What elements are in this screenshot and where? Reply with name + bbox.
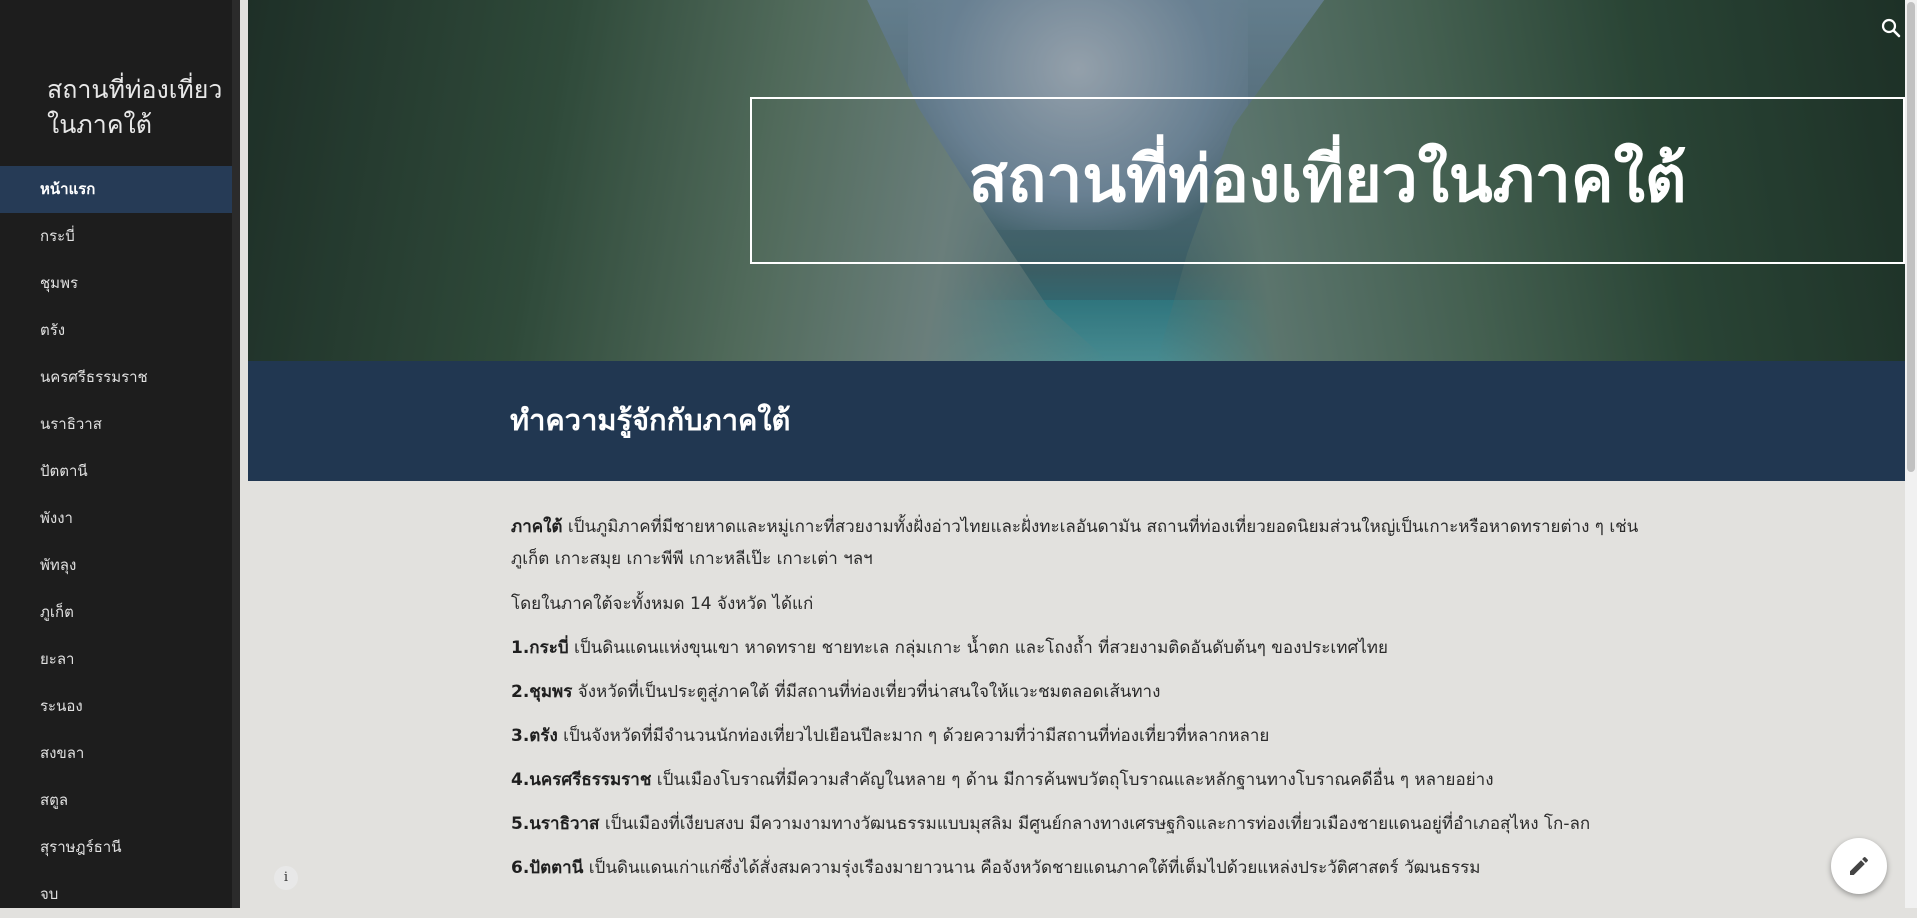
province-item: 4.นครศรีธรรมราช เป็นเมืองโบราณที่มีความส… xyxy=(511,765,1661,795)
info-icon[interactable]: i xyxy=(274,866,298,890)
nav-item-phuket[interactable]: ภูเก็ต xyxy=(0,589,240,636)
province-name: 2.ชุมพร xyxy=(511,682,573,702)
intro-paragraph: ภาคใต้ เป็นภูมิภาคที่มีชายหาดและหมู่เกาะ… xyxy=(511,511,1661,575)
hero-title: สถานที่ท่องเที่ยวในภาคใต้ xyxy=(968,143,1687,217)
nav-item-chumphon[interactable]: ชุมพร xyxy=(0,260,240,307)
province-desc: เป็นจังหวัดที่มีจำนวนนักท่องเที่ยวไปเยือ… xyxy=(557,726,1270,746)
nav-item-nakhon-si-thammarat[interactable]: นครศรีธรรมราช xyxy=(0,354,240,401)
hero-banner: สถานที่ท่องเที่ยวในภาคใต้ xyxy=(248,0,1917,361)
province-desc: เป็นเมืองโบราณที่มีความสำคัญในหลาย ๆ ด้า… xyxy=(651,770,1494,790)
nav-item-satun[interactable]: สตูล xyxy=(0,777,240,824)
nav-item-end[interactable]: จบ xyxy=(0,871,240,918)
intro-text: เป็นภูมิภาคที่มีชายหาดและหมู่เกาะที่สวยง… xyxy=(511,517,1639,569)
nav-item-trang[interactable]: ตรัง xyxy=(0,307,240,354)
main-content: ภาคใต้ เป็นภูมิภาคที่มีชายหาดและหมู่เกาะ… xyxy=(248,481,1905,908)
nav-item-surat-thani[interactable]: สุราษฎร์ธานี xyxy=(0,824,240,871)
province-item: 5.นราธิวาส เป็นเมืองที่เงียบสงบ มีความงา… xyxy=(511,809,1661,839)
province-name: 1.กระบี่ xyxy=(511,638,569,658)
nav-item-phang-nga[interactable]: พังงา xyxy=(0,495,240,542)
province-desc: เป็นดินแดนแห่งขุนเขา หาดทราย ชายทะเล กลุ… xyxy=(568,638,1388,658)
province-item: 2.ชุมพร จังหวัดที่เป็นประตูสู่ภาคใต้ ที่… xyxy=(511,677,1661,707)
nav-item-phatthalung[interactable]: พัทลุง xyxy=(0,542,240,589)
province-name: 6.ปัตตานี xyxy=(511,858,584,878)
province-desc: เป็นเมืองที่เงียบสงบ มีความงามทางวัฒนธรร… xyxy=(599,814,1591,834)
section-title: ทำความรู้จักกับภาคใต้ xyxy=(510,403,791,437)
province-item: 6.ปัตตานี เป็นดินแดนเก่าแก่ซึ่งได้สั่งสม… xyxy=(511,853,1661,883)
scrollbar-thumb[interactable] xyxy=(1907,2,1915,472)
article-text: ภาคใต้ เป็นภูมิภาคที่มีชายหาดและหมู่เกาะ… xyxy=(511,511,1661,897)
scrollbar[interactable] xyxy=(1905,0,1917,908)
nav-item-songkhla[interactable]: สงขลา xyxy=(0,730,240,777)
nav-item-krabi[interactable]: กระบี่ xyxy=(0,213,240,260)
province-desc: เป็นดินแดนเก่าแก่ซึ่งได้สั่งสมความรุ่งเร… xyxy=(583,858,1481,878)
province-item: 3.ตรัง เป็นจังหวัดที่มีจำนวนนักท่องเที่ย… xyxy=(511,721,1661,751)
province-item: 1.กระบี่ เป็นดินแดนแห่งขุนเขา หาดทราย ชา… xyxy=(511,633,1661,663)
nav-item-home[interactable]: หน้าแรก xyxy=(0,166,232,213)
pencil-icon xyxy=(1850,857,1868,875)
site-title[interactable]: สถานที่ท่องเที่ยวในภาคใต้ xyxy=(47,72,227,142)
sidebar-nav: สถานที่ท่องเที่ยวในภาคใต้ หน้าแรก กระบี่… xyxy=(0,0,240,908)
nav-list: หน้าแรก กระบี่ ชุมพร ตรัง นครศรีธรรมราช … xyxy=(0,166,240,918)
province-name: 3.ตรัง xyxy=(511,726,558,746)
nav-item-ranong[interactable]: ระนอง xyxy=(0,683,240,730)
section-header: ทำความรู้จักกับภาคใต้ xyxy=(248,361,1905,481)
edit-button[interactable] xyxy=(1831,838,1887,894)
search-icon[interactable] xyxy=(1879,16,1903,40)
nav-item-yala[interactable]: ยะลา xyxy=(0,636,240,683)
nav-item-pattani[interactable]: ปัตตานี xyxy=(0,448,240,495)
province-desc: จังหวัดที่เป็นประตูสู่ภาคใต้ ที่มีสถานที… xyxy=(572,682,1161,702)
province-name: 5.นราธิวาส xyxy=(511,814,600,834)
nav-item-narathiwat[interactable]: นราธิวาส xyxy=(0,401,240,448)
province-name: 4.นครศรีธรรมราช xyxy=(511,770,652,790)
province-count: โดยในภาคใต้จะทั้งหมด 14 จังหวัด ได้แก่ xyxy=(511,594,814,614)
intro-bold: ภาคใต้ xyxy=(511,517,563,537)
